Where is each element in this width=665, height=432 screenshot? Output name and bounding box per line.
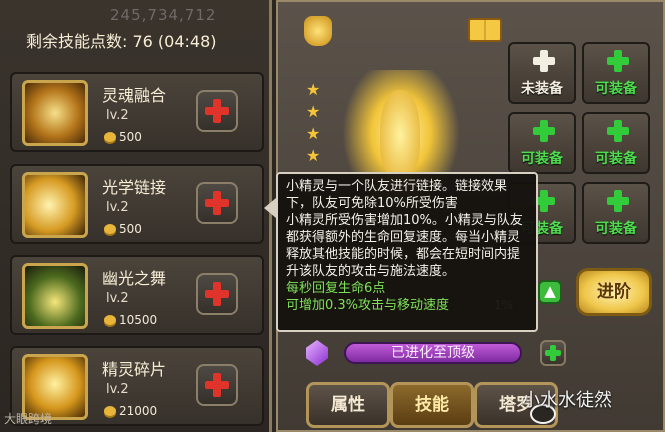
plus-icon	[607, 120, 629, 142]
tooltip-bonus-speed: 可增加0.3%攻击与移动速度	[286, 298, 450, 313]
skill-level: lv.2	[106, 382, 129, 397]
soul-fusion-icon[interactable]	[22, 80, 88, 146]
plus-icon	[533, 120, 555, 142]
plus-icon	[205, 282, 229, 306]
slot-label: 未装备	[521, 81, 563, 97]
advance-button[interactable]: 进阶	[576, 268, 652, 316]
star-icon: ★	[306, 80, 321, 99]
watermark-right: 小水水徒然	[522, 390, 612, 411]
evolve-plus-button[interactable]	[540, 340, 566, 366]
skill-name: 灵魂融合	[102, 86, 167, 105]
tooltip-description: 小精灵与一个队友进行链接。链接效果下，队友可免除10%所受伤害 小精灵所受伤害增…	[286, 179, 523, 279]
coin-icon	[104, 224, 116, 234]
spirit-body	[380, 90, 420, 180]
plus-icon	[607, 190, 629, 212]
tooltip-arrow	[264, 198, 276, 218]
skill-cost-value: 10500	[119, 313, 158, 327]
skill-level: lv.2	[106, 108, 129, 123]
ghost-light-dance-icon[interactable]	[22, 263, 88, 329]
watermark-left: 大眼跨境	[4, 412, 53, 426]
tab-attributes[interactable]: 属性	[306, 382, 390, 428]
plus-icon	[533, 50, 555, 72]
remaining-skill-points: 剩余技能点数: 76 (04:48)	[26, 32, 217, 51]
slot-label: 可装备	[595, 81, 637, 97]
optical-link-icon[interactable]	[22, 172, 88, 238]
skill-cost: 21000	[104, 404, 157, 418]
tooltip-bonus-regen: 每秒回复生命6点	[286, 281, 386, 296]
star-icon: ★	[306, 102, 321, 121]
skill-cost-value: 500	[119, 130, 142, 144]
skill-name: 幽光之舞	[102, 269, 167, 288]
skill-cost: 500	[104, 222, 142, 236]
equipment-slot[interactable]: 可装备	[582, 42, 650, 104]
skill-tooltip: 小精灵与一个队友进行链接。链接效果下，队友可免除10%所受伤害 小精灵所受伤害增…	[276, 172, 538, 332]
upgrade-skill-button[interactable]	[196, 90, 238, 132]
plus-icon	[205, 99, 229, 123]
level-up-arrow-icon[interactable]: ▲	[538, 280, 562, 304]
coin-icon	[104, 315, 116, 325]
skill-name: 精灵碎片	[102, 360, 167, 379]
skill-level: lv.2	[106, 200, 129, 215]
book-icon[interactable]	[468, 18, 502, 42]
gem-icon	[306, 340, 328, 366]
skill-row-soul-fusion[interactable]: 灵魂融合 lv.2 500	[10, 72, 264, 152]
coin-icon	[104, 132, 116, 142]
plus-icon	[205, 373, 229, 397]
skill-list-panel: 245,734,712 剩余技能点数: 76 (04:48) 灵魂融合 lv.2…	[0, 0, 272, 432]
equipment-slot[interactable]: 可装备	[582, 182, 650, 244]
skill-row-ghost-light-dance[interactable]: 幽光之舞 lv.2 10500	[10, 255, 264, 335]
slot-label: 可装备	[521, 151, 563, 167]
coin-icon	[104, 406, 116, 416]
skill-level: lv.2	[106, 291, 129, 306]
evolution-status: 已进化至顶级	[344, 342, 522, 364]
gold-total: 245,734,712	[110, 6, 217, 24]
star-icon: ★	[306, 146, 321, 165]
skill-row-optical-link[interactable]: 光学链接 lv.2 500	[10, 164, 264, 244]
skill-cost: 10500	[104, 313, 157, 327]
slot-label: 可装备	[595, 151, 637, 167]
plus-icon	[205, 191, 229, 215]
upgrade-skill-button[interactable]	[196, 364, 238, 406]
upgrade-skill-button[interactable]	[196, 273, 238, 315]
plus-icon	[545, 345, 561, 361]
upgrade-skill-button[interactable]	[196, 182, 238, 224]
equipment-slot[interactable]: 可装备	[508, 112, 576, 174]
skill-cost: 500	[104, 130, 142, 144]
armor-icon[interactable]	[304, 16, 332, 46]
tab-skills[interactable]: 技能	[390, 382, 474, 428]
plus-icon	[607, 50, 629, 72]
slot-label: 可装备	[595, 221, 637, 237]
skill-cost-value: 500	[119, 222, 142, 236]
skill-name: 光学链接	[102, 178, 167, 197]
star-icon: ★	[306, 124, 321, 143]
equipment-slot[interactable]: 未装备	[508, 42, 576, 104]
equipment-slot[interactable]: 可装备	[582, 112, 650, 174]
skill-cost-value: 21000	[119, 404, 158, 418]
